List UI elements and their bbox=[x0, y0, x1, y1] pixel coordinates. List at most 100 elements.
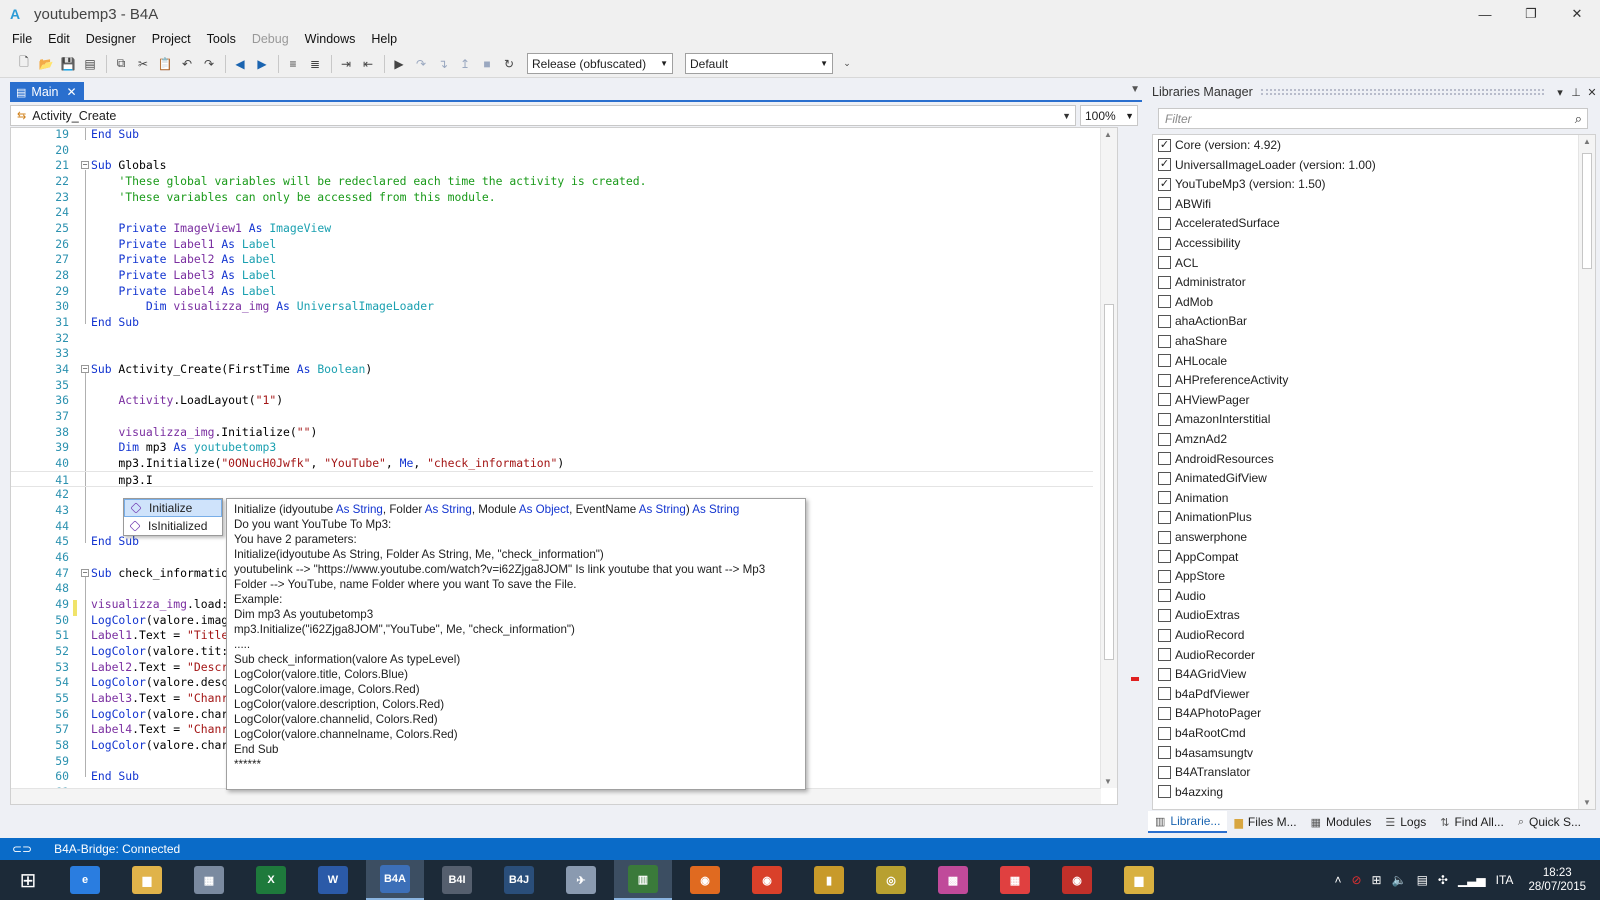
undo-icon[interactable]: ↶ bbox=[177, 54, 197, 74]
library-item[interactable]: B4APhotoPager bbox=[1153, 703, 1573, 723]
tab-main[interactable]: ▤ Main ✕ bbox=[10, 82, 84, 102]
pin-icon[interactable]: ⊥ bbox=[1568, 86, 1584, 99]
library-item[interactable]: b4azxing bbox=[1153, 782, 1573, 802]
uncomment-icon[interactable]: ≣ bbox=[305, 54, 325, 74]
scroll-down-icon[interactable]: ▼ bbox=[1104, 777, 1112, 786]
library-item[interactable]: Accessibility bbox=[1153, 233, 1573, 253]
signal-icon[interactable]: ▁▃▅ bbox=[1458, 873, 1486, 887]
taskbar-app-explorer[interactable]: ▆ bbox=[118, 860, 176, 900]
library-checkbox[interactable] bbox=[1158, 314, 1171, 328]
library-checkbox[interactable] bbox=[1158, 648, 1171, 662]
scroll-up-icon[interactable]: ▲ bbox=[1583, 137, 1591, 146]
scroll-up-icon[interactable]: ▲ bbox=[1104, 130, 1112, 139]
redo-icon[interactable]: ↷ bbox=[199, 54, 219, 74]
taskbar-app-firefox[interactable]: ◉ bbox=[676, 860, 734, 900]
comment-icon[interactable]: ≡ bbox=[283, 54, 303, 74]
library-checkbox[interactable] bbox=[1158, 785, 1171, 799]
tab-find-all[interactable]: ⇅ Find All... bbox=[1433, 811, 1511, 833]
library-item[interactable]: AnimatedGifView bbox=[1153, 468, 1573, 488]
library-checkbox[interactable] bbox=[1158, 628, 1171, 642]
menu-edit[interactable]: Edit bbox=[40, 32, 78, 46]
panel-grip[interactable] bbox=[1260, 89, 1544, 95]
toolbar-overflow-icon[interactable]: ⌄ bbox=[837, 54, 857, 74]
menu-help[interactable]: Help bbox=[363, 32, 405, 46]
sub-selector[interactable]: ⇆ Activity_Create ▼ bbox=[10, 105, 1076, 126]
build-config-select[interactable]: Release (obfuscated) ▼ bbox=[527, 53, 673, 74]
library-item[interactable]: B4AGridView bbox=[1153, 664, 1573, 684]
library-checkbox[interactable] bbox=[1158, 706, 1171, 720]
close-tab-icon[interactable]: ✕ bbox=[67, 85, 77, 99]
library-checkbox[interactable] bbox=[1158, 471, 1171, 485]
library-item[interactable]: AdMob bbox=[1153, 292, 1573, 312]
outdent-icon[interactable]: ⇤ bbox=[358, 54, 378, 74]
library-checkbox[interactable]: ✓ bbox=[1158, 138, 1171, 152]
library-checkbox[interactable] bbox=[1158, 746, 1171, 760]
taskbar-app-folder[interactable]: ▆ bbox=[1110, 860, 1168, 900]
library-item[interactable]: AppStore bbox=[1153, 566, 1573, 586]
copy-icon[interactable]: ⧉ bbox=[111, 54, 131, 74]
search-icon[interactable]: ⌕ bbox=[1575, 111, 1582, 127]
library-item[interactable]: AmazonInterstitial bbox=[1153, 409, 1573, 429]
library-checkbox[interactable] bbox=[1158, 510, 1171, 524]
library-checkbox[interactable] bbox=[1158, 608, 1171, 622]
tab-libraries[interactable]: ▥ Librarie... bbox=[1148, 811, 1228, 833]
restart-icon[interactable]: ↻ bbox=[499, 54, 519, 74]
library-checkbox[interactable] bbox=[1158, 197, 1171, 211]
library-checkbox[interactable] bbox=[1158, 275, 1171, 289]
library-item[interactable]: ahaShare bbox=[1153, 331, 1573, 351]
run-icon[interactable]: ▶ bbox=[389, 54, 409, 74]
taskbar-app-apps[interactable]: ▦ bbox=[986, 860, 1044, 900]
tab-modules[interactable]: ▦ Modules bbox=[1304, 811, 1379, 833]
library-scrollbar[interactable]: ▲ ▼ bbox=[1578, 135, 1595, 809]
library-checkbox[interactable] bbox=[1158, 765, 1171, 779]
library-checkbox[interactable] bbox=[1158, 491, 1171, 505]
library-checkbox[interactable] bbox=[1158, 373, 1171, 387]
library-item[interactable]: Animation bbox=[1153, 488, 1573, 508]
library-item[interactable]: AudioExtras bbox=[1153, 605, 1573, 625]
stop-icon[interactable]: ■ bbox=[477, 54, 497, 74]
open-file-icon[interactable]: 📂 bbox=[36, 54, 56, 74]
taskbar-app-b4i[interactable]: B4I bbox=[428, 860, 486, 900]
autocomplete-item[interactable]: IsInitialized bbox=[124, 517, 222, 535]
taskbar-app-chrome[interactable]: ◉ bbox=[738, 860, 796, 900]
library-item[interactable]: AcceleratedSurface bbox=[1153, 213, 1573, 233]
library-item[interactable]: b4aRootCmd bbox=[1153, 723, 1573, 743]
taskbar-app-palette[interactable]: ▩ bbox=[924, 860, 982, 900]
library-item[interactable]: AHLocale bbox=[1153, 351, 1573, 371]
taskbar-app-calc[interactable]: ▦ bbox=[180, 860, 238, 900]
library-checkbox[interactable] bbox=[1158, 393, 1171, 407]
network-icon[interactable]: ▤ bbox=[1417, 873, 1428, 887]
library-checkbox[interactable] bbox=[1158, 432, 1171, 446]
library-item[interactable]: Audio bbox=[1153, 586, 1573, 606]
language-indicator[interactable]: ITA bbox=[1496, 873, 1514, 887]
menu-file[interactable]: File bbox=[4, 32, 40, 46]
library-checkbox[interactable] bbox=[1158, 354, 1171, 368]
library-item[interactable]: ACL bbox=[1153, 253, 1573, 273]
cut-icon[interactable]: ✂ bbox=[133, 54, 153, 74]
windows-flag-icon[interactable]: ⊞ bbox=[1372, 873, 1382, 887]
scroll-thumb[interactable] bbox=[1104, 304, 1114, 660]
scroll-thumb[interactable] bbox=[1582, 153, 1592, 269]
editor-horizontal-scrollbar[interactable] bbox=[11, 788, 1101, 804]
library-item[interactable]: ABWifi bbox=[1153, 194, 1573, 214]
windows-start-icon[interactable]: ⊞ bbox=[0, 860, 56, 900]
library-item[interactable]: Administrator bbox=[1153, 272, 1573, 292]
clock[interactable]: 18:23 28/07/2015 bbox=[1528, 866, 1586, 894]
library-item[interactable]: AudioRecorder bbox=[1153, 645, 1573, 665]
navigate-back-icon[interactable]: ◀ bbox=[230, 54, 250, 74]
taskbar-app-db[interactable]: ▮ bbox=[800, 860, 858, 900]
library-checkbox[interactable]: ✓ bbox=[1158, 177, 1171, 191]
taskbar-app-b4a[interactable]: B4A bbox=[366, 860, 424, 900]
chevron-up-icon[interactable]: ˄ bbox=[1334, 873, 1341, 887]
scroll-down-icon[interactable]: ▼ bbox=[1583, 798, 1591, 807]
library-item[interactable]: b4asamsungtv bbox=[1153, 743, 1573, 763]
library-checkbox[interactable] bbox=[1158, 236, 1171, 250]
save-icon[interactable]: 💾 bbox=[58, 54, 78, 74]
taskbar-app-b4j[interactable]: B4J bbox=[490, 860, 548, 900]
library-item[interactable]: AppCompat bbox=[1153, 547, 1573, 567]
library-item[interactable]: AHPreferenceActivity bbox=[1153, 370, 1573, 390]
library-checkbox[interactable] bbox=[1158, 569, 1171, 583]
library-item[interactable]: AudioRecord bbox=[1153, 625, 1573, 645]
close-icon[interactable]: ✕ bbox=[1584, 86, 1600, 99]
restore-icon[interactable]: ❐ bbox=[1508, 0, 1554, 28]
